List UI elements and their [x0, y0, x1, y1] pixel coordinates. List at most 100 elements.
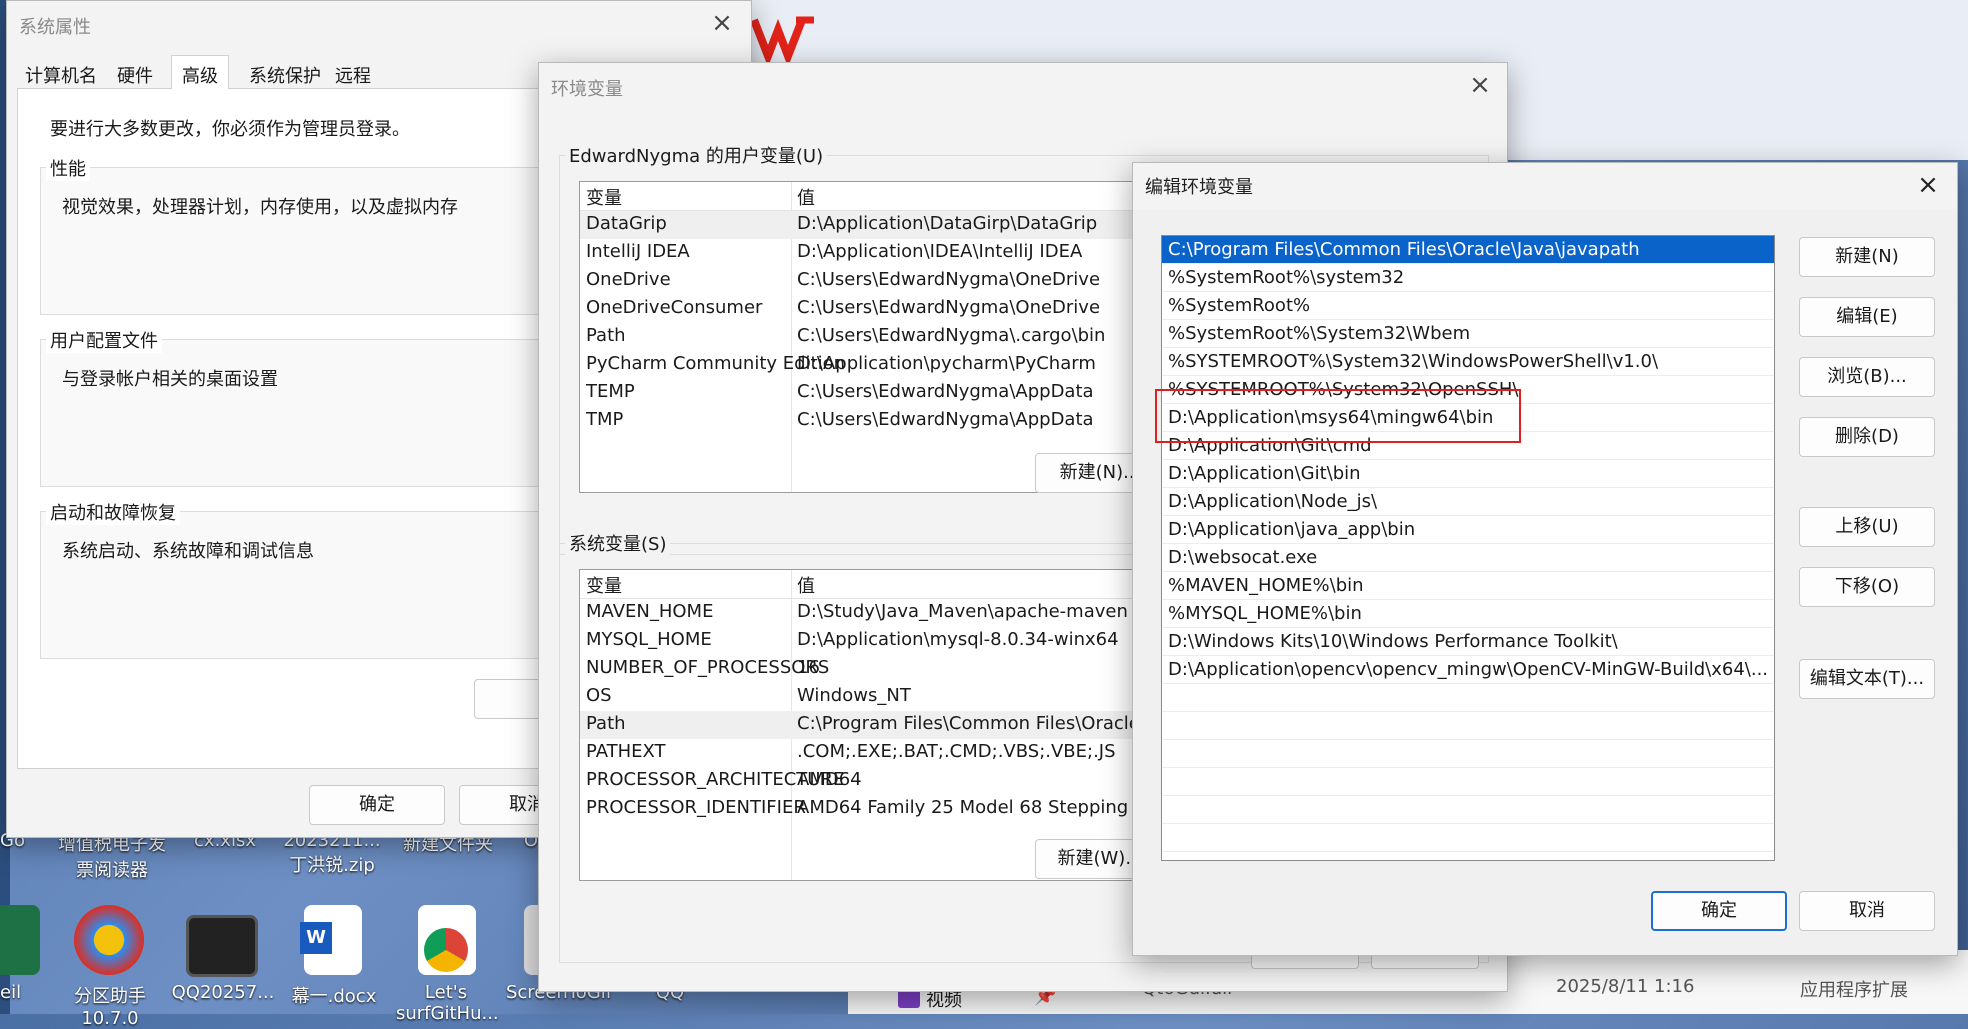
system-properties-titlebar[interactable]: 系统属性 ×: [7, 1, 751, 47]
video-file-icon[interactable]: [186, 915, 258, 977]
variable-name-cell: TEMP: [586, 381, 635, 402]
user-profiles-title: 用户配置文件: [46, 327, 162, 353]
move-down-button[interactable]: 下移(O): [1799, 567, 1935, 607]
startup-recovery-title: 启动和故障恢复: [46, 499, 180, 525]
variable-value-cell: D:\Application\pycharm\PyCharm: [797, 353, 1096, 374]
variable-value-cell: C:\Users\EdwardNygma\OneDrive: [797, 297, 1101, 318]
window-title: 环境变量: [551, 79, 623, 100]
variable-value-cell: C:\Program Files\Common Files\Oracle: [797, 713, 1140, 734]
path-list-item[interactable]: %SystemRoot%\system32: [1162, 264, 1774, 292]
variable-name-cell: OS: [586, 685, 612, 706]
col-value-header[interactable]: 值: [797, 572, 815, 598]
tab-advanced[interactable]: 高级: [171, 55, 229, 89]
desktop-label-docx[interactable]: 幕一.docx: [284, 982, 384, 1008]
variable-value-cell: AMD64 Family 25 Model 68 Stepping: [797, 797, 1129, 818]
variable-name-cell: Path: [586, 713, 626, 734]
path-list[interactable]: C:\Program Files\Common Files\Oracle\Jav…: [1161, 235, 1775, 861]
desktop-label-qq-video[interactable]: QQ20257...: [168, 982, 278, 1003]
path-list-item[interactable]: D:\Application\Git\bin: [1162, 460, 1774, 488]
variable-value-cell: C:\Users\EdwardNygma\AppData: [797, 409, 1094, 430]
desktop-label-eil[interactable]: eil: [0, 982, 30, 1003]
close-icon[interactable]: ×: [699, 3, 745, 43]
desktop-label-partition[interactable]: 分区助手 10.7.0: [60, 982, 160, 1029]
path-list-item[interactable]: D:\Application\opencv\opencv_mingw\OpenC…: [1162, 656, 1774, 684]
chrome-logo-icon: [424, 928, 468, 972]
path-list-item[interactable]: D:\websocat.exe: [1162, 544, 1774, 572]
empty-list-row: [1162, 712, 1774, 740]
env-vars-titlebar[interactable]: 环境变量 ×: [539, 63, 1507, 109]
variable-value-cell: D:\Application\DataGirp\DataGrip: [797, 213, 1098, 234]
path-list-item[interactable]: %SystemRoot%\System32\Wbem: [1162, 320, 1774, 348]
variable-value-cell: D:\Study\Java_Maven\apache-maven: [797, 601, 1128, 622]
variable-name-cell: Path: [586, 325, 626, 346]
variable-name-cell: MYSQL_HOME: [586, 629, 712, 650]
window-title: 系统属性: [19, 17, 91, 38]
col-variable-header[interactable]: 变量: [586, 184, 622, 210]
edit-env-titlebar[interactable]: 编辑环境变量 ×: [1133, 163, 1957, 209]
variable-value-cell: D:\Application\mysql-8.0.34-winx64: [797, 629, 1119, 650]
user-vars-title: EdwardNygma 的用户变量(U): [565, 142, 828, 168]
desktop-label-letsurf[interactable]: Let's surfGitHu...: [396, 982, 499, 1024]
performance-title: 性能: [46, 155, 90, 181]
user-profiles-desc: 与登录帐户相关的桌面设置: [62, 369, 278, 390]
move-up-button[interactable]: 上移(U): [1799, 507, 1935, 547]
col-value-header[interactable]: 值: [797, 184, 815, 210]
variable-name-cell: PROCESSOR_IDENTIFIER: [586, 797, 806, 818]
partition-assistant-icon[interactable]: [74, 905, 144, 975]
tab-remote[interactable]: 远程: [335, 62, 371, 88]
variable-value-cell: .COM;.EXE;.BAT;.CMD;.VBS;.VBE;.JS: [797, 741, 1116, 762]
edit-cancel-button[interactable]: 取消: [1799, 891, 1935, 931]
path-list-item[interactable]: C:\Program Files\Common Files\Oracle\Jav…: [1162, 236, 1774, 264]
wps-logo-icon: [750, 16, 818, 68]
variable-name-cell: NUMBER_OF_PROCESSORS: [586, 657, 830, 678]
variable-value-cell: C:\Users\EdwardNygma\AppData: [797, 381, 1094, 402]
delete-path-button[interactable]: 删除(D): [1799, 417, 1935, 457]
startup-recovery-desc: 系统启动、系统故障和调试信息: [62, 541, 314, 562]
performance-desc: 视觉效果，处理器计划，内存使用，以及虚拟内存: [62, 197, 458, 218]
tab-system-protection[interactable]: 系统保护: [249, 62, 321, 88]
close-icon[interactable]: ×: [1905, 165, 1951, 205]
word-badge-icon: W: [300, 922, 332, 954]
new-path-button[interactable]: 新建(N): [1799, 237, 1935, 277]
empty-list-row: [1162, 796, 1774, 824]
file-date-label: 2025/8/11 1:16: [1556, 976, 1695, 997]
path-list-item[interactable]: D:\Application\java_app\bin: [1162, 516, 1774, 544]
variable-value-cell: Windows_NT: [797, 685, 911, 706]
variable-name-cell: OneDriveConsumer: [586, 297, 763, 318]
edit-path-button[interactable]: 编辑(E): [1799, 297, 1935, 337]
variable-name-cell: MAVEN_HOME: [586, 601, 714, 622]
variable-name-cell: TMP: [586, 409, 624, 430]
excel-shortcut-icon[interactable]: [0, 905, 40, 975]
variable-name-cell: IntelliJ IDEA: [586, 241, 690, 262]
path-list-item[interactable]: %MAVEN_HOME%\bin: [1162, 572, 1774, 600]
highlight-box: [1155, 389, 1521, 443]
variable-value-cell: C:\Users\EdwardNygma\OneDrive: [797, 269, 1101, 290]
empty-list-row: [1162, 740, 1774, 768]
path-list-item[interactable]: %SystemRoot%: [1162, 292, 1774, 320]
ok-button[interactable]: 确定: [309, 785, 445, 825]
path-list-item[interactable]: %SYSTEMROOT%\System32\WindowsPowerShell\…: [1162, 348, 1774, 376]
path-list-item[interactable]: %MYSQL_HOME%\bin: [1162, 600, 1774, 628]
col-variable-header[interactable]: 变量: [586, 572, 622, 598]
admin-note: 要进行大多数更改，你必须作为管理员登录。: [50, 119, 410, 140]
variable-value-cell: AMD64: [797, 769, 862, 790]
variable-value-cell: 16: [797, 657, 820, 678]
path-list-item[interactable]: D:\Windows Kits\10\Windows Performance T…: [1162, 628, 1774, 656]
empty-list-row: [1162, 768, 1774, 796]
empty-list-row: [1162, 684, 1774, 712]
edit-text-button[interactable]: 编辑文本(T)...: [1799, 659, 1935, 699]
tab-computer-name[interactable]: 计算机名: [25, 62, 97, 88]
path-list-item[interactable]: D:\Application\Node_js\: [1162, 488, 1774, 516]
system-vars-title: 系统变量(S): [565, 530, 671, 556]
variable-name-cell: OneDrive: [586, 269, 671, 290]
browse-path-button[interactable]: 浏览(B)...: [1799, 357, 1935, 397]
window-title: 编辑环境变量: [1145, 177, 1253, 198]
close-icon[interactable]: ×: [1457, 65, 1503, 105]
variable-name-cell: DataGrip: [586, 213, 667, 234]
edit-ok-button[interactable]: 确定: [1651, 891, 1787, 931]
variable-name-cell: PATHEXT: [586, 741, 666, 762]
variable-value-cell: C:\Users\EdwardNygma\.cargo\bin: [797, 325, 1106, 346]
empty-list-row: [1162, 824, 1774, 852]
tab-hardware[interactable]: 硬件: [117, 62, 153, 88]
file-type-label: 应用程序扩展: [1800, 980, 1908, 1001]
